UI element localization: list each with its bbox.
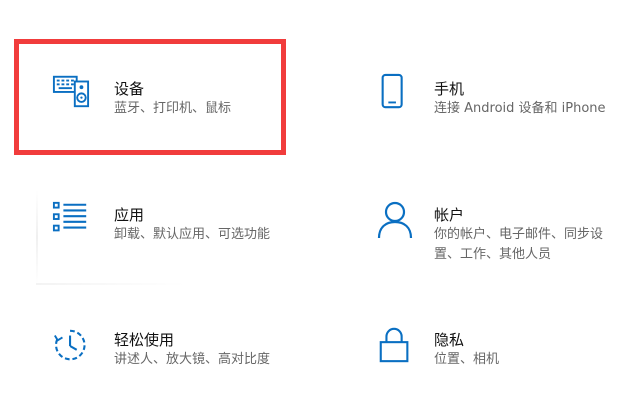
tile-apps[interactable]: 应用 卸载、默认应用、可选功能 xyxy=(52,200,292,260)
tile-privacy-title: 隐私 xyxy=(434,331,465,349)
tile-privacy-desc: 位置、相机 xyxy=(434,352,500,367)
divider-shadow xyxy=(36,283,186,285)
phone-icon xyxy=(381,73,403,109)
highlight-box xyxy=(14,39,286,155)
person-icon xyxy=(377,201,413,239)
tile-phone-desc: 连接 Android 设备和 iPhone xyxy=(434,101,606,116)
tile-account-desc: 你的帐户、电子邮件、同步设置、工作、其他人员 xyxy=(434,227,604,262)
divider-shadow xyxy=(36,190,38,284)
tile-ease-of-access-title: 轻松使用 xyxy=(114,331,175,349)
tile-ease-of-access-desc: 讲述人、放大镜、高对比度 xyxy=(114,352,271,367)
tile-apps-desc: 卸载、默认应用、可选功能 xyxy=(114,227,271,242)
lock-icon xyxy=(379,327,409,363)
tile-privacy[interactable]: 隐私 位置、相机 xyxy=(376,325,628,385)
tile-phone-title: 手机 xyxy=(434,80,465,98)
ease-of-access-timer-icon xyxy=(54,329,86,361)
tile-ease-of-access[interactable]: 轻松使用 讲述人、放大镜、高对比度 xyxy=(52,325,292,385)
tile-account-title: 帐户 xyxy=(434,206,465,224)
tile-apps-title: 应用 xyxy=(114,206,145,224)
tile-account[interactable]: 帐户 你的帐户、电子邮件、同步设置、工作、其他人员 xyxy=(376,200,628,270)
apps-list-icon xyxy=(52,201,87,232)
tile-phone[interactable]: 手机 连接 Android 设备和 iPhone xyxy=(376,70,628,130)
settings-grid: 设备 蓝牙、打印机、鼠标 手机 连接 Android 设备和 iPhone 应用… xyxy=(0,0,634,393)
